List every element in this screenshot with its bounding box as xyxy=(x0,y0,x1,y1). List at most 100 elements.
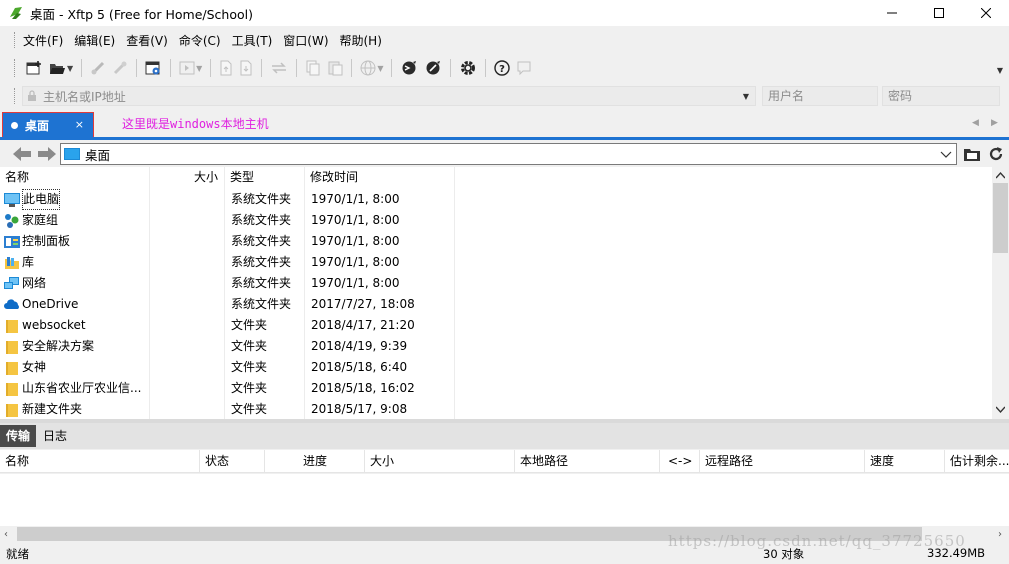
file-modified: 2017/7/27, 18:08 xyxy=(311,297,415,311)
scroll-left-icon[interactable]: ‹ xyxy=(4,529,8,540)
sync-button[interactable] xyxy=(267,57,291,79)
scroll-thumb[interactable] xyxy=(993,183,1008,253)
file-list-scrollbar[interactable] xyxy=(992,167,1009,419)
document-up-icon xyxy=(220,60,232,76)
host-input[interactable]: 主机名或IP地址 ▼ xyxy=(22,86,756,106)
new-session-button[interactable] xyxy=(23,57,46,79)
file-type: 文件夹 xyxy=(231,339,268,353)
copy-button[interactable] xyxy=(302,57,324,79)
toolbar: ▼ ▼ ▼ ? xyxy=(0,55,1009,81)
file-row[interactable]: 控制面板 系统文件夹 1970/1/1, 8:00 xyxy=(0,231,992,252)
tab-log[interactable]: 日志 xyxy=(37,425,73,447)
column-size[interactable]: 大小 xyxy=(150,167,225,188)
column-modified[interactable]: 修改时间 xyxy=(305,167,455,188)
transfer-col-direction[interactable]: <-> xyxy=(660,450,700,473)
menu-edit[interactable]: 编辑(E) xyxy=(70,32,119,49)
folder-icon xyxy=(6,404,18,417)
file-row[interactable]: websocket 文件夹 2018/4/17, 21:20 xyxy=(0,315,992,336)
xftp-button[interactable] xyxy=(421,57,445,79)
menu-window[interactable]: 窗口(W) xyxy=(279,32,332,49)
speech-bubble-icon xyxy=(517,61,531,76)
column-type[interactable]: 类型 xyxy=(225,167,305,188)
transfer-col-eta[interactable]: 估计剩余... xyxy=(945,450,1009,473)
document-down-icon xyxy=(240,60,252,76)
tab-desktop[interactable]: 桌面 × xyxy=(2,112,94,138)
transfer-col-size[interactable]: 大小 xyxy=(365,450,515,473)
copy-icon xyxy=(306,60,320,76)
tab-scroll-right-icon[interactable]: ▶ xyxy=(991,118,998,128)
upload-button[interactable] xyxy=(216,57,236,79)
path-text: 桌面 xyxy=(85,147,111,163)
file-row[interactable]: 网络 系统文件夹 1970/1/1, 8:00 xyxy=(0,273,992,294)
menu-bar: 文件(F) 编辑(E) 查看(V) 命令(C) 工具(T) 窗口(W) 帮助(H… xyxy=(0,28,1009,52)
username-input[interactable]: 用户名 xyxy=(762,86,878,106)
terminal-button[interactable]: ▼ xyxy=(176,57,205,79)
options-button[interactable] xyxy=(456,57,480,79)
scroll-up-icon[interactable] xyxy=(996,171,1005,180)
transfer-col-name[interactable]: 名称 xyxy=(0,450,200,473)
properties-button[interactable] xyxy=(142,57,165,79)
menu-command[interactable]: 命令(C) xyxy=(175,32,225,49)
paste-button[interactable] xyxy=(324,57,346,79)
menu-help[interactable]: 帮助(H) xyxy=(336,32,386,49)
menu-tools[interactable]: 工具(T) xyxy=(228,32,277,49)
minimize-icon xyxy=(887,12,897,14)
connect-button[interactable] xyxy=(87,57,109,79)
scroll-right-icon[interactable]: › xyxy=(998,529,1002,540)
file-row[interactable]: 新建文件夹 文件夹 2018/5/17, 9:08 xyxy=(0,399,992,419)
file-row[interactable]: OneDrive 系统文件夹 2017/7/27, 18:08 xyxy=(0,294,992,315)
homegroup-icon xyxy=(5,214,19,228)
forward-arrow-icon[interactable] xyxy=(37,146,57,162)
desktop-icon xyxy=(64,148,80,160)
transfer-col-speed[interactable]: 速度 xyxy=(865,450,945,473)
scroll-down-icon[interactable] xyxy=(996,405,1005,414)
chevron-down-icon: ▼ xyxy=(196,63,203,73)
transfer-col-local-path[interactable]: 本地路径 xyxy=(515,450,660,473)
menu-view[interactable]: 查看(V) xyxy=(122,32,172,49)
unplug-icon xyxy=(114,61,127,75)
file-type: 系统文件夹 xyxy=(231,192,292,206)
close-button[interactable] xyxy=(963,0,1009,26)
refresh-icon[interactable] xyxy=(987,145,1005,163)
toolbar-overflow-icon[interactable]: ▼ xyxy=(997,66,1003,75)
xftp-feather-icon xyxy=(426,61,441,75)
file-row[interactable]: 此电脑 系统文件夹 1970/1/1, 8:00 xyxy=(0,189,992,210)
chat-button[interactable] xyxy=(513,57,535,79)
disconnect-button[interactable] xyxy=(109,57,131,79)
maximize-icon xyxy=(934,8,944,18)
chevron-down-icon[interactable]: ▼ xyxy=(743,92,749,101)
password-input[interactable]: 密码 xyxy=(882,86,1000,106)
path-input[interactable]: 桌面 xyxy=(60,143,957,165)
open-button[interactable]: ▼ xyxy=(46,57,76,79)
tab-transfer[interactable]: 传输 xyxy=(0,425,36,447)
file-row[interactable]: 家庭组 系统文件夹 1970/1/1, 8:00 xyxy=(0,210,992,231)
tab-scroll-left-icon[interactable]: ◀ xyxy=(972,118,979,128)
onedrive-icon xyxy=(4,299,19,309)
menu-file[interactable]: 文件(F) xyxy=(19,32,67,49)
file-name: 新建文件夹 xyxy=(22,402,83,416)
minimize-button[interactable] xyxy=(869,0,915,26)
back-arrow-icon[interactable] xyxy=(12,146,32,162)
file-modified: 1970/1/1, 8:00 xyxy=(311,234,400,248)
xshell-button[interactable] xyxy=(397,57,421,79)
file-row[interactable]: 女神 文件夹 2018/5/18, 6:40 xyxy=(0,357,992,378)
maximize-button[interactable] xyxy=(916,0,962,26)
file-type: 系统文件夹 xyxy=(231,234,292,248)
file-row[interactable]: 山东省农业厅农业信... 文件夹 2018/5/18, 16:02 xyxy=(0,378,992,399)
transfer-col-remote-path[interactable]: 远程路径 xyxy=(700,450,865,473)
watermark: https://blog.csdn.net/qq_37725650 xyxy=(668,532,966,550)
download-button[interactable] xyxy=(236,57,256,79)
folder-open-icon xyxy=(50,63,65,74)
tab-close-icon[interactable]: × xyxy=(75,118,84,131)
globe-button[interactable]: ▼ xyxy=(357,57,386,79)
file-name: 网络 xyxy=(22,276,47,290)
chevron-down-icon[interactable] xyxy=(940,148,952,160)
transfer-col-progress[interactable]: 进度 xyxy=(265,450,365,473)
transfer-col-status[interactable]: 状态 xyxy=(200,450,265,473)
status-dot-icon xyxy=(11,121,18,129)
file-type: 系统文件夹 xyxy=(231,213,292,227)
file-row[interactable]: 库 系统文件夹 1970/1/1, 8:00 xyxy=(0,252,992,273)
help-button[interactable]: ? xyxy=(491,57,513,79)
file-row[interactable]: 安全解决方案 文件夹 2018/4/19, 9:39 xyxy=(0,336,992,357)
new-folder-icon[interactable] xyxy=(963,145,981,163)
